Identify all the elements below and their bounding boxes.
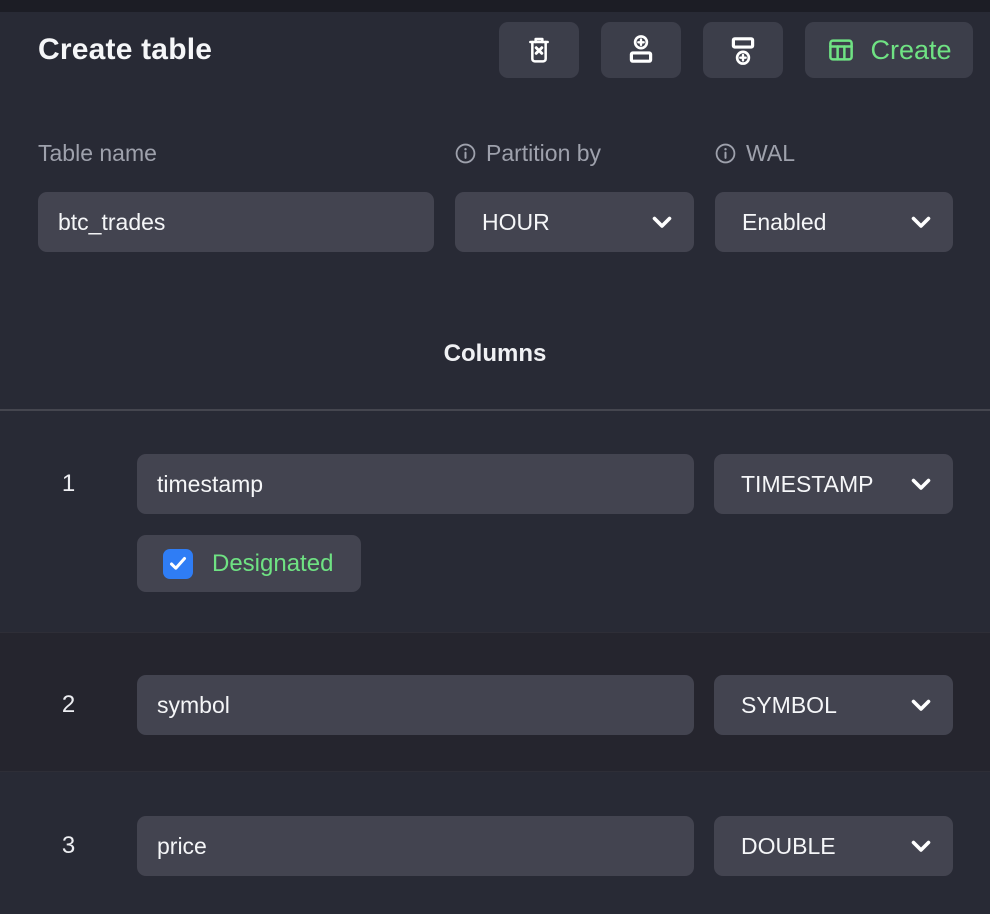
designated-checkbox[interactable]: [163, 549, 193, 579]
create-button[interactable]: Create: [805, 22, 973, 78]
add-column-above-button[interactable]: [601, 22, 681, 78]
column-type-value: SYMBOL: [741, 692, 837, 719]
row-plus-above-icon: [625, 34, 657, 66]
chevron-down-icon: [911, 216, 931, 229]
table-name-label: Table name: [38, 140, 434, 166]
chevron-down-icon: [911, 840, 931, 853]
column-type-select[interactable]: TIMESTAMP: [714, 454, 953, 514]
create-button-label: Create: [870, 35, 951, 66]
column-index: 1: [0, 470, 137, 498]
form-fields: HOUR Enabled: [38, 192, 953, 252]
column-row-1-main: 1 TIMESTAMP: [0, 454, 990, 514]
header-actions: Create: [499, 22, 973, 78]
chevron-down-icon: [911, 478, 931, 491]
column-type-select[interactable]: SYMBOL: [714, 675, 953, 735]
column-index: 3: [0, 832, 137, 860]
trash-x-icon: [523, 34, 555, 66]
info-icon: [455, 143, 476, 164]
column-name-input[interactable]: [137, 816, 694, 876]
column-type-value: TIMESTAMP: [741, 471, 873, 498]
chevron-down-icon: [652, 216, 672, 229]
create-table-panel: Create table: [0, 0, 990, 914]
row-plus-below-icon: [727, 34, 759, 66]
table-name-input[interactable]: [38, 192, 434, 252]
table-icon: [826, 35, 856, 65]
wal-value: Enabled: [742, 209, 826, 236]
column-row-1: 1 TIMESTAMP Designated: [0, 411, 990, 632]
table-name-label-text: Table name: [38, 140, 157, 166]
info-icon: [715, 143, 736, 164]
partition-by-value: HOUR: [482, 209, 550, 236]
partition-by-select[interactable]: HOUR: [455, 192, 694, 252]
designated-label: Designated: [212, 550, 333, 578]
partition-by-label-text: Partition by: [486, 140, 601, 166]
remove-column-button[interactable]: [499, 22, 579, 78]
column-row-2: 2 SYMBOL: [0, 632, 990, 772]
column-row-3-main: 3 DOUBLE: [0, 816, 990, 876]
partition-by-label: Partition by: [455, 140, 694, 166]
column-type-select[interactable]: DOUBLE: [714, 816, 953, 876]
chevron-down-icon: [911, 699, 931, 712]
column-index: 2: [0, 691, 137, 719]
column-name-input[interactable]: [137, 454, 694, 514]
column-name-input[interactable]: [137, 675, 694, 735]
add-column-below-button[interactable]: [703, 22, 783, 78]
check-icon: [169, 556, 187, 571]
wal-label: WAL: [715, 140, 953, 166]
columns-heading: Columns: [0, 340, 990, 368]
wal-select[interactable]: Enabled: [715, 192, 953, 252]
designated-toggle[interactable]: Designated: [137, 535, 361, 592]
header: Create table: [38, 22, 973, 78]
top-strip: [0, 0, 990, 12]
column-row-2-main: 2 SYMBOL: [0, 675, 990, 735]
wal-label-text: WAL: [746, 140, 795, 166]
page-title: Create table: [38, 33, 499, 67]
form-labels: Table name Partition by WAL: [38, 140, 953, 166]
column-row-3: 3 DOUBLE: [0, 772, 990, 914]
column-type-value: DOUBLE: [741, 833, 836, 860]
